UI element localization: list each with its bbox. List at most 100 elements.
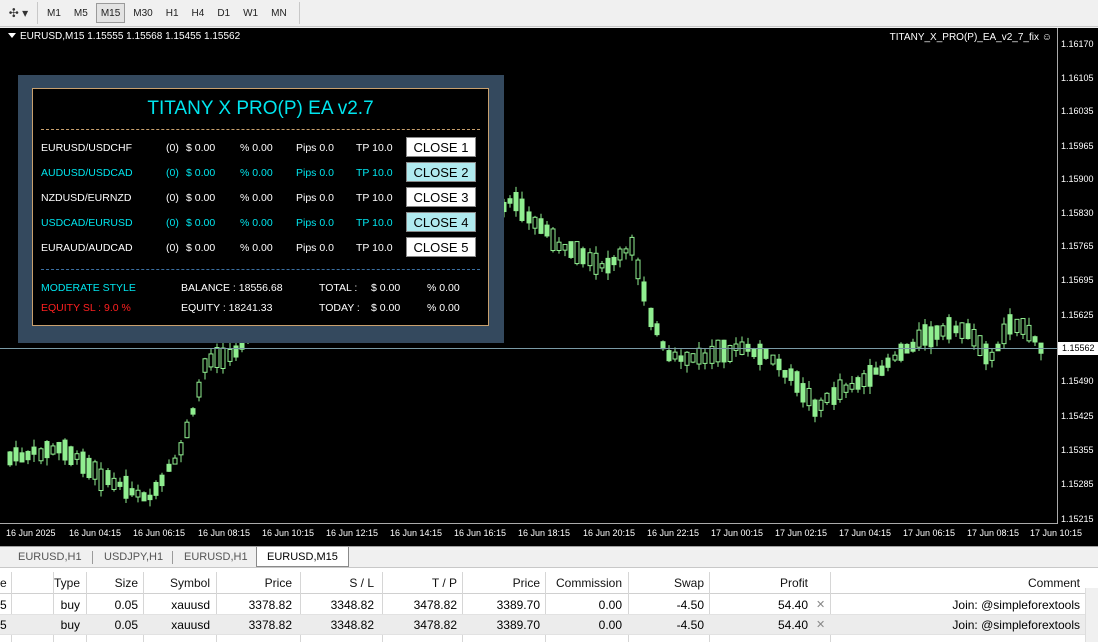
column-header[interactable]: Swap (674, 572, 704, 594)
candle (7, 451, 13, 467)
column-header[interactable]: T / P (432, 572, 457, 594)
candle (147, 488, 153, 507)
table-cell: 3378.82 (248, 618, 292, 632)
candle (74, 450, 80, 465)
table-cell: 3478.82 (413, 618, 457, 632)
tab-divider (172, 551, 173, 564)
candle (702, 348, 708, 370)
column-header[interactable]: Type (54, 572, 80, 594)
table-cell: 54.40 (777, 598, 808, 612)
candle (580, 246, 586, 268)
tab-eurusd-m15[interactable]: EURUSD,M15 (256, 547, 349, 567)
candle (98, 462, 104, 497)
crosshair-dropdown-icon[interactable]: ✣ ▾ (0, 2, 38, 24)
price-chart[interactable]: EURUSD,M15 1.15555 1.15568 1.15455 1.155… (0, 28, 1098, 546)
candle (68, 445, 74, 467)
price-tick-label: 1.15355 (1061, 445, 1094, 455)
timeframe-m30-button[interactable]: M30 (128, 3, 157, 23)
price-axis (1057, 28, 1058, 524)
candle (605, 250, 611, 281)
timeframe-m1-button[interactable]: M1 (42, 3, 66, 23)
close-x-icon[interactable]: ✕ (816, 615, 825, 635)
tab-eurusd-h1-2[interactable]: EURUSD,H1 (174, 549, 258, 566)
pair-pips: Pips 0.0 (296, 142, 334, 154)
pair-row: EURUSD/USDCHF (0) $ 0.00 % 0.00 Pips 0.0 TP 1… (33, 137, 488, 159)
table-cell: 3478.82 (413, 598, 457, 612)
timeframe-mn-button[interactable]: MN (266, 3, 292, 23)
candle (672, 347, 678, 362)
candle (709, 339, 715, 370)
timeframe-w1-button[interactable]: W1 (238, 3, 263, 23)
timeframe-m5-button[interactable]: M5 (69, 3, 93, 23)
table-cell: 3389.70 (496, 618, 540, 632)
timeframe-m15-button[interactable]: M15 (95, 3, 126, 23)
candle (757, 340, 763, 371)
candle (660, 340, 666, 351)
candle (117, 477, 123, 490)
pair-tp: TP 10.0 (356, 192, 393, 204)
tab-usdjpy-h1[interactable]: USDJPY,H1 (94, 549, 173, 566)
candle (788, 364, 794, 386)
candle (800, 377, 806, 408)
equity-sl-label: EQUITY SL : 9.0 % (41, 302, 131, 314)
candle (922, 319, 928, 351)
table-row[interactable]: 5 buy 0.05 xauusd 3378.82 3348.82 3478.82 3389.… (0, 595, 1098, 615)
price-tick-label: 1.15765 (1061, 241, 1094, 251)
close-pair-4-button[interactable]: CLOSE 4 (406, 212, 476, 232)
candle (38, 447, 44, 465)
time-tick-label: 16 Jun 2025 (6, 528, 56, 538)
time-tick-label: 17 Jun 00:15 (711, 528, 764, 538)
pair-row: EURAUD/AUDCAD (0) $ 0.00 % 0.00 Pips 0.0 TP 1… (33, 237, 488, 259)
candle (507, 195, 513, 208)
table-row[interactable]: 5 buy 0.05 xauusd 3378.82 3348.82 3478.82 3389.… (0, 615, 1098, 635)
column-header[interactable]: Price (513, 572, 540, 594)
candle (861, 369, 867, 395)
column-header[interactable]: Profit (780, 572, 808, 594)
price-tick-label: 1.15695 (1061, 275, 1094, 285)
column-header[interactable]: e (0, 572, 7, 594)
column-header[interactable]: Comment (1028, 572, 1080, 594)
candle (526, 206, 532, 230)
candle (587, 248, 593, 272)
timeframe-d1-button[interactable]: D1 (212, 3, 235, 23)
column-header[interactable]: Size (115, 572, 138, 594)
column-header[interactable]: Commission (556, 572, 622, 594)
close-pair-1-button[interactable]: CLOSE 1 (406, 137, 476, 157)
candle (831, 381, 837, 410)
close-pair-5-button[interactable]: CLOSE 5 (406, 237, 476, 257)
column-header[interactable]: Price (265, 572, 292, 594)
candle (611, 255, 617, 271)
pair-tp: TP 10.0 (356, 242, 393, 254)
trade-count: (0) (166, 217, 179, 229)
table-scrollbar[interactable] (1085, 588, 1098, 642)
timeframe-h1-button[interactable]: H1 (161, 3, 184, 23)
current-price-line (0, 348, 1057, 349)
timeframe-h4-button[interactable]: H4 (187, 3, 210, 23)
column-header[interactable]: S / L (349, 572, 374, 594)
column-header[interactable]: Symbol (170, 572, 210, 594)
candle (806, 381, 812, 411)
chart-menu-icon[interactable] (8, 33, 16, 38)
pair-name: EURUSD/USDCHF (41, 142, 133, 154)
table-cell: 0.05 (114, 598, 138, 612)
pair-pips: Pips 0.0 (296, 217, 334, 229)
candle (696, 341, 702, 370)
price-tick-label: 1.15965 (1061, 141, 1094, 151)
close-x-icon[interactable]: ✕ (816, 595, 825, 615)
candle (538, 213, 544, 235)
pair-tp: TP 10.0 (356, 217, 393, 229)
candle (562, 243, 568, 257)
today-value: $ 0.00 (371, 302, 401, 314)
trade-count: (0) (166, 192, 179, 204)
table-cell: 3389.70 (496, 598, 540, 612)
table-cell: 3348.82 (330, 598, 374, 612)
close-pair-2-button[interactable]: CLOSE 2 (406, 162, 476, 182)
tab-eurusd-h1[interactable]: EURUSD,H1 (8, 549, 92, 566)
pair-row: USDCAD/EURUSD (0) $ 0.00 % 0.00 Pips 0.0 TP 1… (33, 212, 488, 234)
close-pair-3-button[interactable]: CLOSE 3 (406, 187, 476, 207)
candle (617, 246, 623, 268)
candle (1020, 318, 1026, 339)
pair-percent: % 0.00 (240, 167, 273, 179)
candle (1007, 308, 1013, 341)
table-cell: 3378.82 (248, 598, 292, 612)
